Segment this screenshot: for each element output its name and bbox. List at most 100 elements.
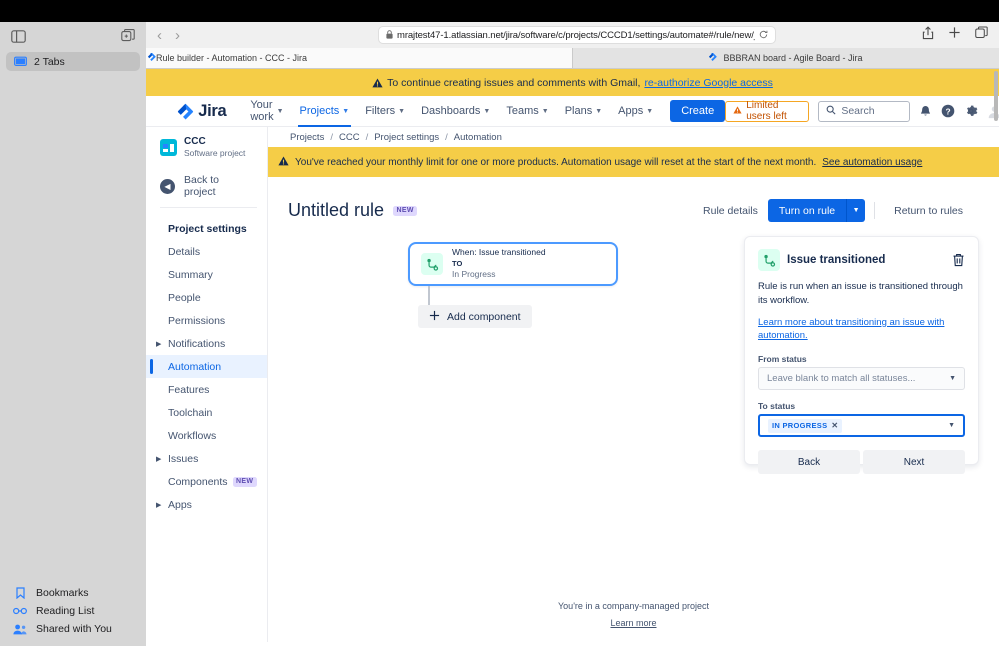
sidebar-item-automation[interactable]: Automation (146, 355, 267, 379)
nav-item-teams[interactable]: Teams ▼ (498, 96, 556, 127)
to-status-select[interactable]: IN PROGRESS ✕ ▼ (758, 414, 965, 438)
nav-item-your-work[interactable]: Your work ▼ (242, 96, 291, 127)
trigger-status-label: In Progress (452, 269, 496, 280)
browser-tab-active[interactable]: Rule builder - Automation - CCC - Jira (146, 48, 572, 68)
flow-connector (428, 286, 430, 305)
nav-item-filters[interactable]: Filters ▼ (357, 96, 413, 127)
project-header[interactable]: CCC Software project (146, 136, 267, 159)
sidebar-item-toolchain[interactable]: Toolchain (146, 401, 267, 424)
nav-projects-label: Projects (299, 105, 340, 117)
breadcrumb-project-settings[interactable]: Project settings (374, 132, 439, 143)
gmail-authorization-banner: To continue creating issues and comments… (146, 69, 999, 96)
sidebar-item-reading-list[interactable]: Reading List (0, 602, 146, 620)
page-scrollbar[interactable] (993, 69, 999, 646)
nav-item-plans[interactable]: Plans ▼ (557, 96, 610, 127)
sidebar-item-summary[interactable]: Summary (146, 263, 267, 286)
see-automation-usage-link[interactable]: See automation usage (822, 157, 922, 168)
project-name: CCC (184, 136, 206, 147)
share-icon[interactable] (922, 26, 934, 45)
url-bar[interactable]: mrajtest47-1.atlassian.net/jira/software… (378, 26, 776, 44)
back-arrow-circle-icon: ◀ (160, 178, 175, 194)
svg-text:?: ? (946, 106, 951, 116)
nav-item-projects[interactable]: Projects ▼ (292, 96, 358, 127)
breadcrumb-ccc[interactable]: CCC (339, 132, 360, 143)
apps-grid-icon[interactable] (158, 103, 164, 119)
sidebar-label-components: Components (168, 475, 228, 488)
back-chevron-icon[interactable]: ‹ (157, 27, 162, 44)
status-badge: NEW (232, 476, 257, 487)
trigger-card[interactable]: When: Issue transitioned TO In Progress (408, 242, 618, 286)
help-circle-icon[interactable]: ? (941, 104, 955, 118)
from-status-select[interactable]: Leave blank to match all statuses... ▼ (758, 367, 965, 391)
chevron-down-icon[interactable]: ▼ (846, 199, 866, 222)
rule-new-badge: NEW (393, 205, 418, 216)
project-type: Software project (184, 148, 246, 158)
reload-icon[interactable] (759, 26, 768, 44)
sidebar-item-shared-with-you[interactable]: Shared with You (0, 620, 146, 638)
return-to-rules-button[interactable]: Return to rules (884, 199, 973, 222)
browser-tab-bar: Rule builder - Automation - CCC - Jira B… (146, 48, 999, 69)
detail-panel-header: Issue transitioned (758, 249, 965, 271)
tab-overview-icon[interactable] (975, 26, 988, 45)
bell-icon[interactable] (919, 105, 932, 118)
tabs-icon (14, 56, 27, 66)
rule-flow-inner: When: Issue transitioned TO In Progress (408, 242, 728, 328)
rule-details-button[interactable]: Rule details (693, 199, 768, 222)
breadcrumb-projects[interactable]: Projects (290, 132, 324, 143)
learn-more-link[interactable]: Learn more (610, 618, 656, 628)
next-button[interactable]: Next (863, 450, 965, 475)
new-tab-group-icon[interactable] (121, 29, 135, 43)
sidebar-item-apps[interactable]: ▶ Apps (146, 493, 267, 516)
back-to-project-button[interactable]: ◀ Back to project (146, 174, 267, 199)
sidebar-item-issues[interactable]: ▶ Issues (146, 447, 267, 470)
nav-item-apps[interactable]: Apps ▼ (610, 96, 661, 127)
warning-triangle-icon (372, 77, 383, 88)
to-status-chip: IN PROGRESS ✕ (768, 418, 843, 433)
create-button[interactable]: Create (670, 100, 726, 122)
bookmark-icon (13, 587, 27, 599)
gear-icon[interactable] (964, 104, 978, 118)
add-component-button[interactable]: Add component (418, 305, 532, 328)
jira-logo-icon (178, 103, 194, 119)
nav-item-dashboards[interactable]: Dashboards ▼ (413, 96, 498, 127)
sidebar-item-details[interactable]: Details (146, 240, 267, 263)
jira-logo[interactable]: Jira (177, 102, 227, 121)
chevron-down-icon: ▼ (398, 107, 406, 115)
page-scrollbar-thumb[interactable] (994, 71, 998, 121)
sidebar-item-workflows[interactable]: Workflows (146, 424, 267, 447)
sidebar-item-notifications[interactable]: ▶ Notifications (146, 332, 267, 355)
limited-users-badge[interactable]: Limited users left (725, 100, 810, 122)
sidebar-label-automation: Automation (168, 360, 222, 373)
sidebar-item-permissions[interactable]: Permissions (146, 309, 267, 332)
breadcrumb-separator: / (330, 131, 333, 143)
breadcrumb-separator: / (445, 131, 448, 143)
sidebar-item-bookmarks[interactable]: Bookmarks (0, 584, 146, 602)
safari-sidebar-bookmarks: Bookmarks Reading List Shared with You (0, 584, 146, 638)
breadcrumb-automation[interactable]: Automation (454, 132, 502, 143)
learn-more-transitioning-link[interactable]: Learn more about transitioning an issue … (758, 316, 965, 344)
chevron-down-icon: ▼ (342, 107, 350, 115)
page-title: Untitled rule (288, 200, 385, 220)
forward-chevron-icon[interactable]: › (175, 27, 180, 44)
sidebar-item-people[interactable]: People (146, 286, 267, 309)
trash-icon[interactable] (952, 253, 965, 267)
sidebar-reading-list-label: Reading List (36, 605, 95, 617)
close-icon[interactable]: ✕ (831, 421, 838, 430)
back-to-project-label: Back to project (184, 174, 220, 199)
sidebar-item-components[interactable]: Components NEW (146, 470, 267, 493)
back-button[interactable]: Back (758, 450, 860, 475)
sidebar-item-features[interactable]: Features (146, 378, 267, 401)
trigger-detail-panel: Issue transitioned Rule is run when an i… (744, 236, 979, 475)
sidebar-toggle-icon[interactable] (11, 29, 26, 43)
search-icon (826, 102, 836, 120)
browser-tab-inactive[interactable]: BBBRAN board - Agile Board - Jira (572, 48, 999, 68)
company-managed-notice: You're in a company-managed project Lear… (268, 598, 999, 632)
chevron-down-icon: ▼ (541, 107, 549, 115)
trigger-to-label: TO (452, 258, 463, 268)
re-authorize-google-link[interactable]: re-authorize Google access (644, 77, 772, 89)
search-input[interactable]: Search (818, 100, 911, 122)
sidebar-tabs-row[interactable]: 2 Tabs (6, 52, 140, 71)
to-status-chip-label: IN PROGRESS (772, 421, 828, 431)
plus-icon[interactable] (948, 26, 961, 45)
turn-on-rule-button[interactable]: Turn on rule (767, 199, 847, 222)
